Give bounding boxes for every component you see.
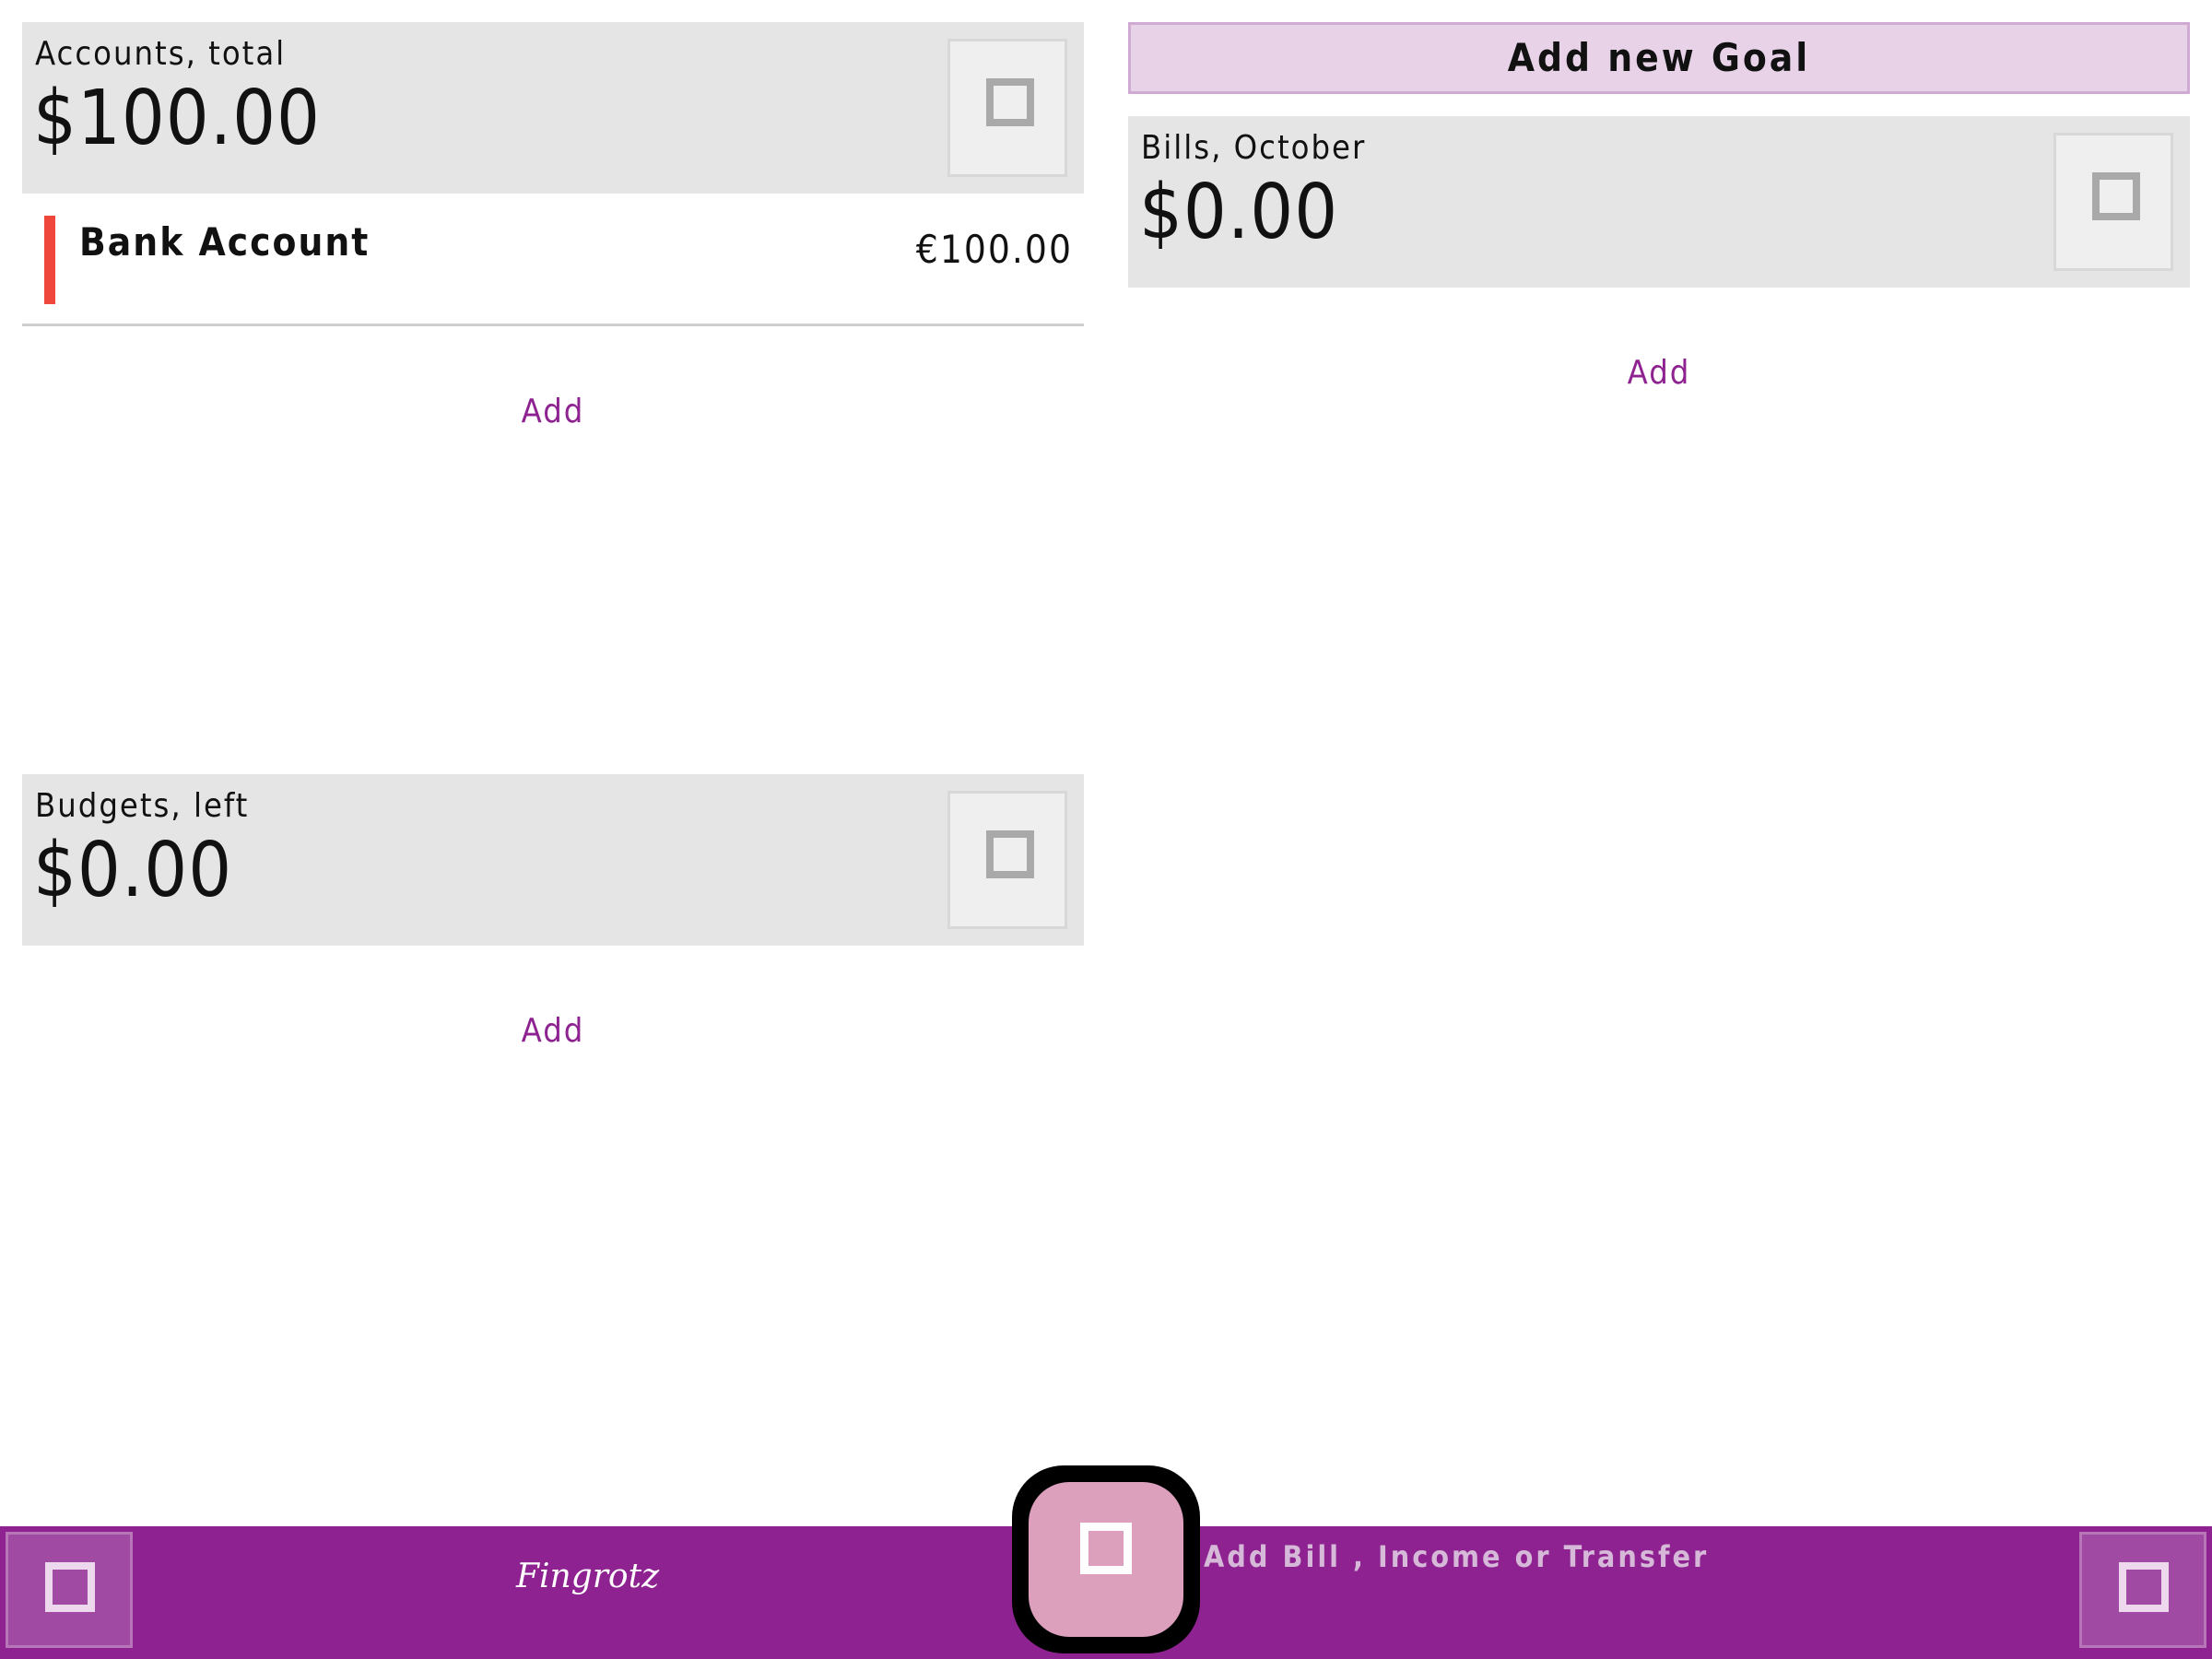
menu-button[interactable] [6, 1532, 133, 1648]
add-bill-link[interactable]: Add [1128, 354, 2190, 392]
account-balance: €100.00 [915, 227, 1073, 272]
account-name: Bank Account [79, 219, 371, 265]
menu-square-icon [2092, 172, 2140, 220]
accounts-total-amount: $100.00 [33, 75, 321, 162]
bills-title: Bills, October [1141, 129, 1367, 167]
overflow-icon [2119, 1562, 2169, 1612]
app-logo: Fingrotz [516, 1558, 660, 1595]
add-budget-link[interactable]: Add [22, 1012, 1084, 1050]
overflow-button[interactable] [2079, 1532, 2206, 1648]
account-color-marker [44, 216, 55, 304]
budgets-left-amount: $0.00 [33, 827, 233, 914]
bills-card[interactable]: Bills, October $0.00 [1128, 116, 2190, 288]
add-transaction-icon [1080, 1523, 1132, 1574]
add-account-link[interactable]: Add [22, 393, 1084, 430]
menu-square-icon [986, 78, 1034, 126]
accounts-card[interactable]: Accounts, total $100.00 [22, 22, 1084, 194]
account-row-bank-account[interactable]: Bank Account €100.00 [22, 194, 1084, 326]
fab-face [1029, 1482, 1183, 1637]
add-transaction-fab[interactable] [1012, 1465, 1200, 1653]
budgets-title: Budgets, left [35, 787, 250, 825]
budgets-menu-button[interactable] [947, 791, 1067, 929]
menu-icon [45, 1562, 95, 1612]
accounts-menu-button[interactable] [947, 39, 1067, 177]
menu-square-icon [986, 830, 1034, 878]
fab-caption: Add Bill , Income or Transfer [1204, 1539, 1710, 1574]
bills-amount: $0.00 [1139, 169, 1339, 256]
accounts-title: Accounts, total [35, 35, 287, 73]
add-new-goal-button[interactable]: Add new Goal [1128, 22, 2190, 94]
bills-menu-button[interactable] [2053, 133, 2173, 271]
budgets-card[interactable]: Budgets, left $0.00 [22, 774, 1084, 946]
